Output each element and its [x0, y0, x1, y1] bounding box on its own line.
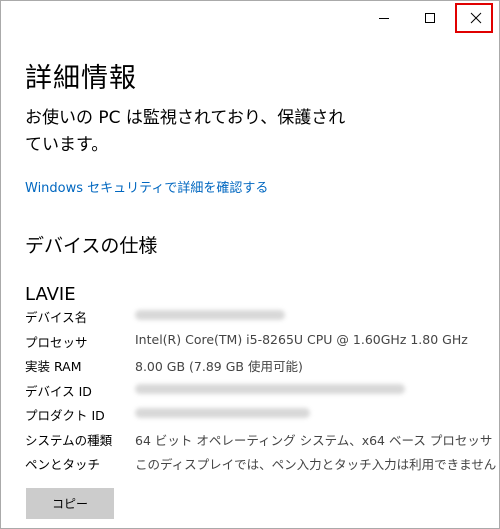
spec-value-redacted: [135, 381, 405, 397]
spec-value-redacted: [135, 307, 285, 323]
spec-label: プロダクト ID: [25, 408, 105, 423]
about-window: 詳細情報 お使いの PC は監視されており、保護されています。 Windows …: [0, 0, 500, 529]
title-bar: [1, 1, 499, 35]
spec-row-device-name: デバイス名: [25, 304, 495, 329]
spec-row-device-id: デバイス ID: [25, 378, 495, 403]
spec-label: 実装 RAM: [25, 359, 82, 374]
device-model-heading: LAVIE: [25, 284, 76, 305]
minimize-icon: [379, 18, 389, 19]
spec-value-redacted: [135, 405, 310, 421]
spec-row-system-type: システムの種類 64 ビット オペレーティング システム、x64 ベース プロセ…: [25, 427, 495, 452]
minimize-button[interactable]: [361, 1, 407, 35]
device-specs-title: デバイスの仕様: [25, 235, 158, 257]
spec-label: ペンとタッチ: [25, 457, 101, 472]
spec-value: Intel(R) Core(TM) i5-8265U CPU @ 1.60GHz…: [135, 331, 468, 347]
maximize-button[interactable]: [407, 1, 453, 35]
spec-row-processor: プロセッサ Intel(R) Core(TM) i5-8265U CPU @ 1…: [25, 329, 495, 354]
spec-row-pen-touch: ペンとタッチ このディスプレイでは、ペン入力とタッチ入力は利用できません: [25, 451, 497, 476]
copy-button[interactable]: コピー: [26, 488, 114, 519]
spec-value: 8.00 GB (7.89 GB 使用可能): [135, 359, 303, 374]
page-title: 詳細情報: [25, 63, 137, 94]
spec-value: 64 ビット オペレーティング システム、x64 ベース プロセッサ: [135, 432, 493, 448]
spec-label: デバイス名: [25, 310, 88, 325]
spec-label: システムの種類: [25, 432, 113, 448]
windows-security-link[interactable]: Windows セキュリティで詳細を確認する: [25, 177, 268, 196]
protection-status: お使いの PC は監視されており、保護されています。: [25, 108, 346, 155]
close-button-highlight: [455, 3, 493, 33]
spec-label: プロセッサ: [25, 334, 88, 350]
close-button[interactable]: [453, 1, 499, 35]
maximize-icon: [425, 13, 435, 23]
device-specs-table: デバイス名 プロセッサ Intel(R) Core(TM) i5-8265U C…: [25, 304, 497, 476]
spec-label: デバイス ID: [25, 383, 92, 399]
spec-row-product-id: プロダクト ID: [25, 402, 495, 427]
spec-value: このディスプレイでは、ペン入力とタッチ入力は利用できません: [135, 457, 497, 472]
spec-row-ram: 実装 RAM 8.00 GB (7.89 GB 使用可能): [25, 353, 495, 378]
